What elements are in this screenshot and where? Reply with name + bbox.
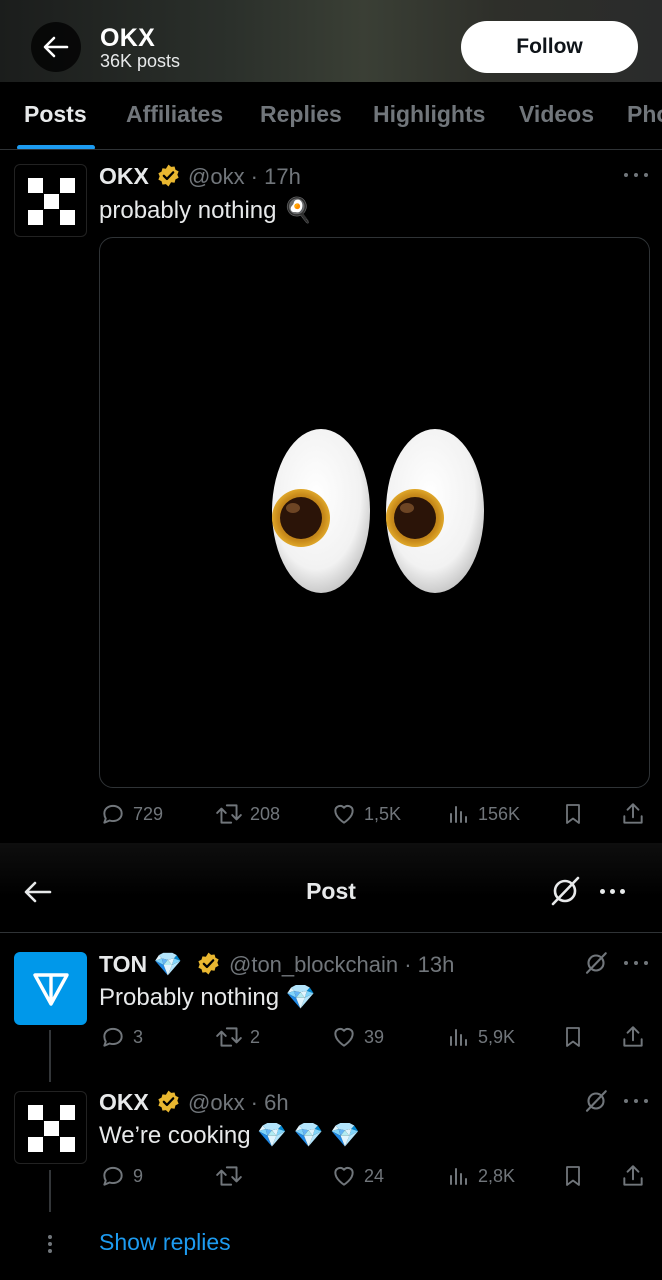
views-chart-icon — [450, 1168, 467, 1185]
reply-icon — [103, 1166, 123, 1186]
arrow-left-icon — [43, 36, 69, 58]
views-count: 156K — [478, 803, 521, 824]
like-count: 39 — [364, 1026, 385, 1047]
tab-videos[interactable]: Videos — [519, 101, 594, 128]
more-options-icon[interactable] — [623, 959, 649, 967]
tab-highlights[interactable]: Highlights — [373, 101, 485, 128]
tab-affiliates[interactable]: Affiliates — [126, 101, 223, 128]
profile-header: OKX 36K posts Follow — [0, 0, 662, 82]
like-count: 24 — [364, 1165, 385, 1186]
views-count: 2,8K — [478, 1165, 516, 1186]
post-text: We’re cooking 💎 💎 💎 — [99, 1122, 361, 1149]
reply-count: 3 — [133, 1026, 144, 1047]
back-button[interactable] — [31, 22, 81, 72]
verified-badge-icon — [198, 952, 219, 975]
post-count: 36K posts — [100, 51, 181, 71]
repost-button[interactable]: 2 — [215, 1024, 260, 1050]
like-button[interactable]: 39 — [331, 1024, 384, 1050]
profile-tabs: Posts Affiliates Replies Highlights Vide… — [0, 82, 662, 150]
avatar[interactable] — [14, 1091, 87, 1164]
repost-count: 2 — [250, 1026, 261, 1047]
views-button[interactable]: 156K — [447, 801, 520, 827]
post-text: probably nothing 🍳 — [99, 197, 314, 224]
profile-name: OKX — [100, 24, 156, 52]
like-count: 1,5K — [364, 803, 402, 824]
views-count: 5,9K — [478, 1026, 516, 1047]
more-options-icon[interactable] — [599, 887, 625, 895]
share-icon[interactable] — [620, 801, 646, 827]
heart-icon — [334, 1027, 354, 1047]
views-button[interactable]: 2,8K — [447, 1163, 515, 1189]
thread-connector — [49, 1030, 51, 1082]
reply-count: 729 — [133, 803, 164, 824]
more-options-icon[interactable] — [623, 1097, 649, 1105]
author-handle[interactable]: @okx · 6h — [188, 1090, 289, 1116]
bookmark-icon[interactable] — [561, 1163, 585, 1189]
follow-button[interactable]: Follow — [461, 21, 638, 73]
repost-icon — [216, 804, 242, 824]
thread-connector — [49, 1170, 51, 1212]
avatar[interactable] — [14, 164, 87, 237]
author-name[interactable]: TON 💎 — [99, 951, 182, 978]
bookmark-icon[interactable] — [561, 801, 585, 827]
verified-badge-icon — [158, 1090, 179, 1113]
tab-replies[interactable]: Replies — [260, 101, 342, 128]
heart-icon — [334, 804, 354, 824]
grok-icon[interactable] — [549, 875, 581, 907]
eyes-emoji-image — [272, 429, 484, 593]
repost-button[interactable]: 208 — [215, 801, 280, 827]
author-name[interactable]: OKX — [99, 1089, 149, 1116]
views-chart-icon — [450, 1029, 467, 1046]
reply-icon — [103, 1027, 123, 1047]
reply-button[interactable]: 3 — [100, 1024, 143, 1050]
bookmark-icon[interactable] — [561, 1024, 585, 1050]
more-options-icon[interactable] — [623, 171, 649, 179]
reply-icon — [103, 804, 123, 824]
repost-count: 208 — [250, 803, 281, 824]
avatar[interactable] — [14, 952, 87, 1025]
post-screen-header: Post — [0, 843, 662, 933]
views-button[interactable]: 5,9K — [447, 1024, 515, 1050]
active-tab-indicator — [17, 145, 95, 149]
author-handle[interactable]: @okx · 17h — [188, 164, 301, 190]
reply-count: 9 — [133, 1165, 144, 1186]
reply-button[interactable]: 9 — [100, 1163, 143, 1189]
share-icon[interactable] — [620, 1024, 646, 1050]
views-chart-icon — [450, 806, 467, 823]
heart-icon — [334, 1166, 354, 1186]
like-button[interactable]: 1,5K — [331, 801, 401, 827]
post-text: Probably nothing 💎 — [99, 984, 316, 1011]
author-name[interactable]: OKX — [99, 163, 149, 190]
repost-icon — [216, 1166, 242, 1186]
okx-logo-icon — [28, 1105, 75, 1152]
repost-icon — [216, 1027, 242, 1047]
post-media-image[interactable] — [99, 237, 650, 788]
okx-logo-icon — [28, 178, 75, 225]
repost-button[interactable] — [215, 1163, 250, 1189]
verified-badge-icon — [158, 164, 179, 187]
grok-icon[interactable] — [584, 1089, 608, 1113]
reply-button[interactable]: 729 — [100, 801, 163, 827]
tab-posts[interactable]: Posts — [24, 101, 87, 128]
show-replies-link[interactable]: Show replies — [99, 1229, 231, 1256]
author-handle[interactable]: @ton_blockchain · 13h — [229, 952, 454, 978]
like-button[interactable]: 24 — [331, 1163, 384, 1189]
grok-icon[interactable] — [584, 951, 608, 975]
share-icon[interactable] — [620, 1163, 646, 1189]
ton-logo-icon — [32, 972, 69, 1006]
tab-photos[interactable]: Pho — [627, 101, 662, 128]
